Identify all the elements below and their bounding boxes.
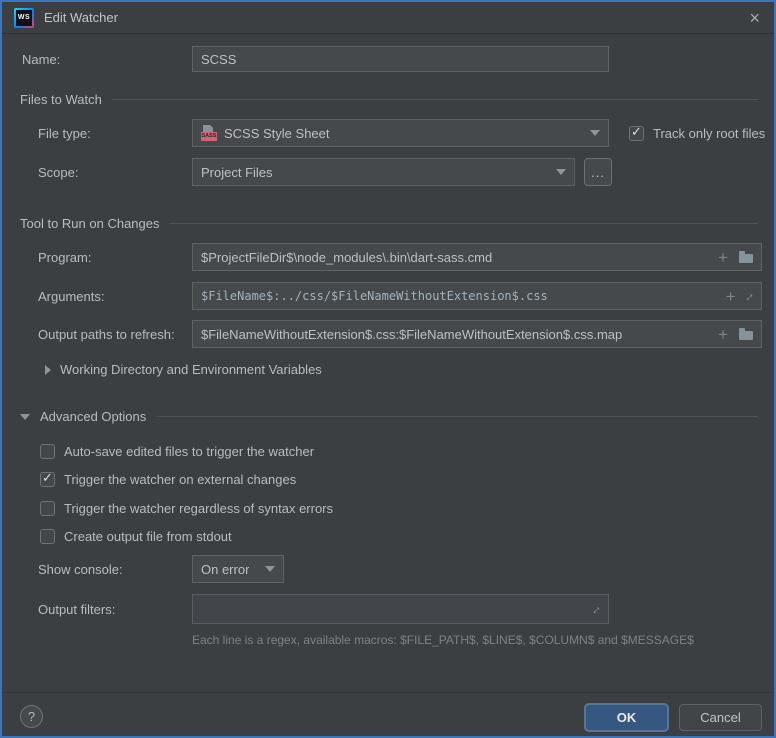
name-value: SCSS [201,52,236,67]
scope-label: Scope: [38,165,78,180]
dialog-title: Edit Watcher [44,10,118,25]
track-root-files-label: Track only root files [653,126,765,141]
chevron-down-icon [590,130,600,136]
working-directory-toggle[interactable]: Working Directory and Environment Variab… [45,362,322,377]
show-console-value: On error [201,562,249,577]
program-label: Program: [38,250,91,265]
chevron-down-icon [265,566,275,572]
webstorm-icon-text: WS [16,10,32,26]
output-filters-hint: Each line is a regex, available macros: … [192,633,694,647]
section-tool-to-run: Tool to Run on Changes [20,216,758,231]
show-console-label: Show console: [38,562,123,577]
output-paths-label: Output paths to refresh: [38,327,175,342]
browse-folder-icon[interactable] [739,331,753,340]
help-button[interactable]: ? [20,705,43,728]
footer-separator [2,692,774,693]
working-directory-label: Working Directory and Environment Variab… [60,362,322,377]
close-icon[interactable]: × [747,9,762,27]
stdout-checkbox-row[interactable]: Create output file from stdout [40,527,232,545]
section-title: Tool to Run on Changes [20,216,159,231]
scope-value: Project Files [201,165,273,180]
file-type-value: SCSS Style Sheet [224,126,330,141]
track-root-files-checkbox-row[interactable]: Track only root files [629,124,765,142]
syntax-errors-checkbox-row[interactable]: Trigger the watcher regardless of syntax… [40,499,333,517]
separator-line [156,416,758,417]
program-value: $ProjectFileDir$\node_modules\.bin\dart-… [201,250,492,265]
insert-macro-icon[interactable]: + [718,249,728,266]
section-files-to-watch: Files to Watch [20,92,758,107]
title-bar: WS Edit Watcher × [2,2,774,34]
stdout-checkbox[interactable] [40,529,55,544]
output-filters-input[interactable]: ↕ [192,594,609,624]
separator-line [112,99,758,100]
external-changes-checkbox-row[interactable]: Trigger the watcher on external changes [40,470,296,488]
file-type-dropdown[interactable]: SASS SCSS Style Sheet [192,119,609,147]
external-changes-checkbox[interactable] [40,472,55,487]
cancel-button[interactable]: Cancel [679,704,762,731]
section-title: Advanced Options [40,409,146,424]
track-root-files-checkbox[interactable] [629,126,644,141]
scope-dropdown[interactable]: Project Files [192,158,575,186]
output-paths-input[interactable]: $FileNameWithoutExtension$.css:$FileName… [192,320,762,348]
scss-file-icon: SASS [201,125,217,141]
autosave-checkbox-row[interactable]: Auto-save edited files to trigger the wa… [40,442,314,460]
arguments-input[interactable]: $FileName$:../css/$FileNameWithoutExtens… [192,282,762,310]
edit-watcher-dialog: WS Edit Watcher × Name: SCSS Files to Wa… [0,0,776,738]
scope-browse-button[interactable]: ... [584,158,612,186]
output-filters-label: Output filters: [38,602,115,617]
insert-macro-icon[interactable]: + [718,326,728,343]
webstorm-icon: WS [14,8,34,28]
expand-editor-icon[interactable]: ↕ [589,601,604,616]
syntax-errors-checkbox[interactable] [40,501,55,516]
file-type-label: File type: [38,126,91,141]
chevron-down-icon [556,169,566,175]
show-console-dropdown[interactable]: On error [192,555,284,583]
output-paths-value: $FileNameWithoutExtension$.css:$FileName… [201,327,622,342]
separator-line [169,223,758,224]
ok-button[interactable]: OK [584,703,669,732]
insert-macro-icon[interactable]: + [726,288,736,305]
advanced-options-toggle[interactable]: Advanced Options [20,409,758,424]
name-input[interactable]: SCSS [192,46,609,72]
name-label: Name: [22,52,60,67]
chevron-right-icon [45,365,51,375]
arguments-value: $FileName$:../css/$FileNameWithoutExtens… [201,289,548,303]
section-title: Files to Watch [20,92,102,107]
chevron-down-icon [20,414,30,420]
arguments-label: Arguments: [38,289,104,304]
autosave-checkbox[interactable] [40,444,55,459]
expand-editor-icon[interactable]: ↕ [742,288,757,303]
browse-folder-icon[interactable] [739,254,753,263]
program-input[interactable]: $ProjectFileDir$\node_modules\.bin\dart-… [192,243,762,271]
